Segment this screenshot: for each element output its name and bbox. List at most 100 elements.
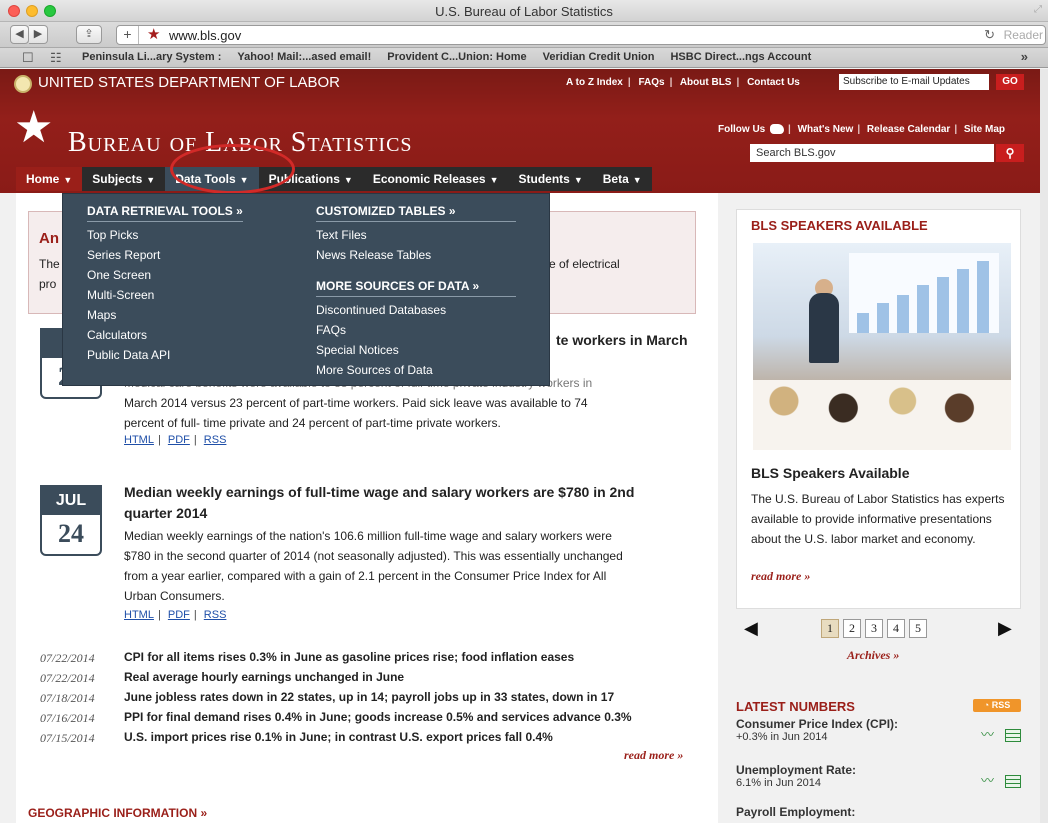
menu-item-discontinued-databases[interactable]: Discontinued Databases (316, 300, 516, 320)
customized-tables-heading[interactable]: CUSTOMIZED TABLES » (316, 204, 516, 222)
list-item[interactable]: 07/22/2014 Real average hourly earnings u… (40, 668, 700, 688)
carousel-prev-icon[interactable]: ◀ (744, 618, 758, 639)
more-sources-heading[interactable]: MORE SOURCES OF DATA » (316, 279, 516, 297)
menu-item-text-files[interactable]: Text Files (316, 225, 516, 245)
page-2-button[interactable]: 2 (843, 619, 861, 638)
archives-link[interactable]: Archives » (847, 648, 899, 663)
page-1-button[interactable]: 1 (821, 619, 839, 638)
page-3-button[interactable]: 3 (865, 619, 883, 638)
release-links: HTML | PDF | RSS (124, 434, 227, 446)
chevron-down-icon: ▼ (63, 175, 73, 185)
menu-item-faqs[interactable]: FAQs (316, 320, 516, 340)
reading-list-icon[interactable]: ☐ (22, 50, 34, 66)
html-link[interactable]: HTML (124, 609, 154, 621)
chart-icon[interactable]: 〰 (981, 728, 999, 741)
reader-button[interactable]: Reader (1004, 28, 1043, 42)
latest-number-item[interactable]: Unemployment Rate: 6.1% in Jun 2014 〰 (736, 763, 1021, 789)
speakers-photo[interactable] (753, 243, 1011, 450)
contact-us-link[interactable]: Contact Us (747, 77, 800, 88)
forward-button[interactable]: ▶ (29, 25, 48, 44)
nav-economic-releases[interactable]: Economic Releases ▼ (363, 167, 509, 191)
faqs-link[interactable]: FAQs (638, 77, 664, 88)
menu-item-public-data-api[interactable]: Public Data API (87, 345, 243, 365)
latest-number-item[interactable]: Payroll Employment: (736, 805, 1021, 819)
twitter-icon[interactable] (770, 124, 785, 135)
pdf-link[interactable]: PDF (168, 434, 190, 446)
more-bookmarks-icon[interactable]: » (1021, 49, 1028, 64)
page-scrollbar[interactable] (1040, 69, 1048, 823)
list-item[interactable]: 07/18/2014 June jobless rates down in 22 … (40, 688, 700, 708)
bookmark-item[interactable]: Yahoo! Mail:...ased email! (237, 51, 371, 63)
list-item[interactable]: 07/22/2014 CPI for all items rises 0.3% i… (40, 648, 700, 668)
search-icon[interactable]: ⚲ (996, 144, 1024, 162)
release-calendar-link[interactable]: Release Calendar (867, 124, 950, 135)
release-title[interactable]: Median weekly earnings of full-time wage… (124, 482, 704, 524)
bookmark-list: Peninsula Li...ary System : Yahoo! Mail:… (82, 51, 811, 63)
presenter-figure (809, 293, 839, 363)
speakers-read-more-link[interactable]: read more » (751, 569, 810, 584)
release-links: HTML | PDF | RSS (124, 609, 227, 621)
menu-item-maps[interactable]: Maps (87, 305, 243, 325)
reload-icon[interactable]: ↻ (984, 27, 995, 43)
table-icon[interactable] (1005, 775, 1021, 788)
menu-item-calculators[interactable]: Calculators (87, 325, 243, 345)
subscribe-go-button[interactable]: GO (996, 74, 1024, 90)
release-title[interactable]: te workers in March (556, 330, 688, 351)
menu-item-one-screen[interactable]: One Screen (87, 265, 243, 285)
bookmark-item[interactable]: Veridian Credit Union (543, 51, 655, 63)
site-search-input[interactable]: Search BLS.gov (750, 144, 994, 162)
latest-number-item[interactable]: Consumer Price Index (CPI): +0.3% in Jun… (736, 717, 1021, 743)
nav-beta[interactable]: Beta ▼ (593, 167, 652, 191)
top-sites-icon[interactable]: ☷ (50, 50, 62, 66)
bookmark-item[interactable]: Peninsula Li...ary System : (82, 51, 221, 63)
subscribe-input[interactable]: Subscribe to E-mail Updates (839, 74, 989, 90)
bookmark-item[interactable]: HSBC Direct...ngs Account (670, 51, 811, 63)
menu-item-top-picks[interactable]: Top Picks (87, 225, 243, 245)
nav-students[interactable]: Students ▼ (509, 167, 593, 191)
site-map-link[interactable]: Site Map (964, 124, 1005, 135)
page-4-button[interactable]: 4 (887, 619, 905, 638)
rss-link[interactable]: RSS (204, 434, 227, 446)
page-5-button[interactable]: 5 (909, 619, 927, 638)
dol-name[interactable]: UNITED STATES DEPARTMENT OF LABOR (38, 74, 340, 91)
html-link[interactable]: HTML (124, 434, 154, 446)
data-retrieval-tools-heading[interactable]: DATA RETRIEVAL TOOLS » (87, 204, 243, 222)
address-bar[interactable]: + ★ www.bls.gov ↻ Reader (116, 25, 1046, 45)
nav-home[interactable]: Home ▼ (16, 167, 83, 191)
about-bls-link[interactable]: About BLS (680, 77, 732, 88)
menu-item-series-report[interactable]: Series Report (87, 245, 243, 265)
table-icon[interactable] (1005, 729, 1021, 742)
customized-tables-column: CUSTOMIZED TABLES » Text Files News Rele… (316, 204, 516, 380)
highlight-circle-annotation (170, 144, 295, 194)
data-tools-dropdown: DATA RETRIEVAL TOOLS » Top Picks Series … (62, 193, 550, 386)
menu-item-special-notices[interactable]: Special Notices (316, 340, 516, 360)
whats-new-link[interactable]: What's New (798, 124, 854, 135)
menu-item-multi-screen[interactable]: Multi-Screen (87, 285, 243, 305)
news-read-more-link[interactable]: read more » (624, 748, 683, 763)
follow-us-label: Follow Us (718, 124, 766, 135)
chevron-down-icon: ▼ (632, 175, 642, 185)
chart-icon[interactable]: 〰 (981, 774, 999, 787)
list-item[interactable]: 07/15/2014 U.S. import prices rise 0.1% i… (40, 728, 700, 748)
rss-link[interactable]: RSS (204, 609, 227, 621)
window-title: U.S. Bureau of Labor Statistics (435, 4, 613, 19)
geographic-info-heading[interactable]: GEOGRAPHIC INFORMATION » (28, 806, 207, 820)
add-bookmark-icon[interactable]: + (117, 26, 139, 44)
speakers-heading[interactable]: BLS Speakers Available (751, 465, 909, 481)
menu-item-more-sources-of-data[interactable]: More Sources of Data (316, 360, 516, 380)
pdf-link[interactable]: PDF (168, 609, 190, 621)
announcement-title[interactable]: An (39, 230, 59, 247)
a-to-z-link[interactable]: A to Z Index (566, 77, 623, 88)
rss-feed-button[interactable]: ◔ RSS (973, 699, 1021, 712)
presentation-board (849, 253, 999, 333)
share-button[interactable]: ⇪ (76, 25, 102, 44)
nav-subjects[interactable]: Subjects ▼ (82, 167, 165, 191)
follow-links: Follow Us | What's New | Release Calendar… (718, 124, 1006, 135)
url-text: www.bls.gov (169, 28, 242, 43)
bookmark-item[interactable]: Provident C...Union: Home (387, 51, 526, 63)
bls-star-logo-icon: ★ (14, 103, 54, 152)
menu-item-news-release-tables[interactable]: News Release Tables (316, 245, 516, 265)
carousel-next-icon[interactable]: ▶ (998, 618, 1012, 639)
list-item[interactable]: 07/16/2014 PPI for final demand rises 0.4… (40, 708, 700, 728)
back-button[interactable]: ◀ (10, 25, 29, 44)
